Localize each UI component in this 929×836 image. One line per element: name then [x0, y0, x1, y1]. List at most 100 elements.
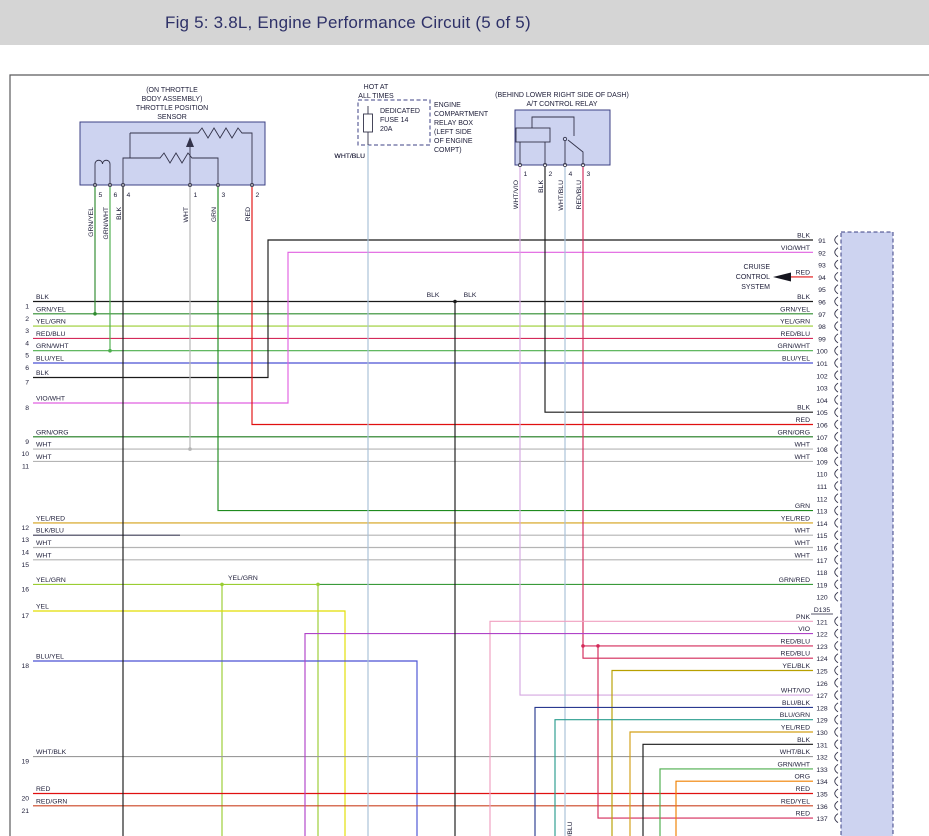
wire-color-label: WHT/VIO	[513, 180, 520, 209]
wire-color-label: VIO	[798, 626, 810, 633]
wire-color-label: BLK	[797, 405, 810, 412]
wire-color-label: WHT	[36, 442, 51, 449]
pin-number: 118	[817, 570, 828, 577]
circuit-number: 4	[25, 340, 29, 347]
circuit-number: 20	[21, 796, 29, 803]
pin-socket-icon	[835, 555, 838, 564]
pin-socket-icon	[835, 457, 838, 466]
pin-number: 102	[816, 373, 828, 380]
circuit-number: 1	[25, 304, 29, 311]
circuit-number: 2	[25, 316, 29, 323]
wire-color-label: WHT/VIO	[781, 688, 810, 695]
pin-socket-icon	[835, 666, 838, 675]
wire-color-label: YEL/GRN	[228, 575, 258, 582]
circuit-number: 13	[21, 537, 29, 544]
pin-number: 114	[817, 521, 828, 528]
wire-color-label: WHT	[183, 207, 190, 222]
wire-color-label: WHT	[795, 552, 810, 559]
circuit-number: 12	[21, 525, 29, 532]
pin-socket-icon	[835, 236, 838, 245]
wire-color-label: RED/GRN	[36, 798, 67, 805]
pin-socket-icon	[835, 629, 838, 638]
pin-number: 122	[816, 632, 828, 639]
wire-color-label: RED/BLU	[781, 638, 811, 645]
wire-color-label: WHT	[36, 454, 51, 461]
wire-junction-dot	[108, 349, 112, 353]
pin-number: 134	[816, 779, 828, 786]
pin-number: 109	[816, 459, 828, 466]
pin-socket-icon	[835, 248, 838, 257]
pin-socket-icon	[835, 506, 838, 515]
wire-color-label: WHT	[795, 528, 810, 535]
wire-color-label: RED/BLU	[576, 180, 583, 210]
wire-org	[676, 781, 813, 836]
throttle-position-sensor-box	[80, 122, 265, 185]
wire-color-label: GRN/WHT	[103, 207, 110, 239]
labels-layer: 91BLK92VIO/WHT9394RED9596BLK97GRN/YEL98Y…	[21, 84, 833, 836]
pin-socket-icon	[835, 592, 838, 601]
wire-color-label: YEL/RED	[36, 515, 65, 522]
circuit-number: 19	[21, 759, 29, 766]
dedicated-fuse-label: FUSE 14	[380, 117, 409, 124]
pin-socket-icon	[835, 814, 838, 823]
pin-socket-icon	[835, 801, 838, 810]
wire-color-label: BLK	[797, 737, 810, 744]
wire-color-label: WHT	[36, 552, 51, 559]
pin-number: 135	[816, 792, 828, 799]
wire-color-label: RED/YEL	[781, 798, 810, 805]
pin-socket-icon	[835, 272, 838, 281]
pin-number: 126	[816, 681, 828, 688]
wire-color-label: WHT/BLK	[36, 749, 67, 756]
wire-color-label: GRN/ORG	[36, 429, 68, 436]
pin-number: 104	[816, 398, 828, 405]
wire-color-label: BLU/BLK	[782, 700, 810, 707]
pin-number: 5	[99, 192, 103, 199]
wire-color-label: RED/BLU	[36, 331, 66, 338]
tps-caption: THROTTLE POSITION	[136, 105, 208, 112]
pin-socket-icon	[835, 432, 838, 441]
circuit-number: 3	[25, 328, 29, 335]
wire-color-label: GRN/RED	[779, 577, 810, 584]
pin-number: 107	[816, 435, 828, 442]
pin-socket-icon	[835, 346, 838, 355]
pin-number: 111	[817, 484, 828, 491]
pin-number: 130	[816, 730, 828, 737]
pin-socket-icon	[835, 654, 838, 663]
wire-color-label: GRN/YEL	[36, 306, 66, 313]
wire-junction-dot	[453, 300, 457, 304]
wire-color-label: BLK	[36, 370, 49, 377]
wire-color-label: WHT	[795, 442, 810, 449]
circuit-number: 9	[25, 439, 29, 446]
pin-socket-icon	[835, 568, 838, 577]
wire-color-label: GRN	[211, 207, 218, 222]
pin-number: 133	[816, 767, 828, 774]
pin-number: 2	[549, 171, 553, 178]
wire-junction-dot	[316, 583, 320, 587]
pin-number: 1	[194, 192, 198, 199]
pin-socket-icon	[835, 260, 838, 269]
pin-socket-icon	[835, 617, 838, 626]
pin-number: 119	[817, 582, 828, 589]
pin-number: 132	[816, 755, 828, 762]
pin-socket-icon	[835, 482, 838, 491]
wire-color-label: RED	[245, 207, 252, 221]
wire-color-label: YEL/GRN	[36, 319, 66, 326]
at-control-relay-box	[515, 110, 610, 165]
pin-number: 94	[818, 275, 826, 282]
circuit-number: 16	[21, 586, 29, 593]
pin-socket-icon	[835, 408, 838, 417]
wire-color-label: GRN/ORG	[778, 429, 810, 436]
wire-color-label: BLK	[427, 292, 440, 299]
circuit-number: 10	[21, 451, 29, 458]
wire-color-label: YEL/GRN	[36, 577, 66, 584]
relay-box-location-label: ENGINE	[434, 102, 461, 109]
circuit-number: 15	[21, 562, 29, 569]
pin-socket-icon	[835, 789, 838, 798]
wire-color-label: YEL/BLK	[782, 663, 810, 670]
pin-number: 137	[816, 816, 828, 823]
wire-color-label: BLK	[116, 207, 123, 220]
pin-socket-icon	[835, 518, 838, 527]
pin-socket-icon	[835, 777, 838, 786]
pin-number: 131	[816, 742, 828, 749]
pin-number: 120	[816, 595, 828, 602]
